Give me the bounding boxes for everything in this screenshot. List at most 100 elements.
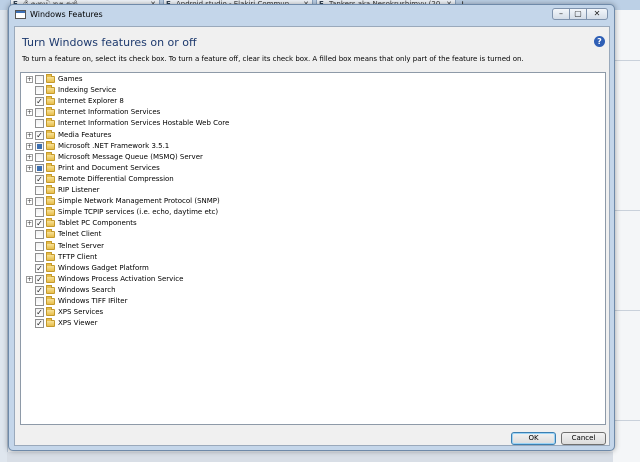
folder-icon	[46, 162, 55, 172]
feature-row[interactable]: Telnet Server	[21, 240, 601, 252]
feature-row[interactable]: + Print and Document Services	[21, 162, 601, 174]
feature-checkbox[interactable]	[35, 230, 44, 240]
feature-row[interactable]: Internet Information Services Hostable W…	[21, 118, 601, 129]
feature-row[interactable]: + Games	[21, 74, 601, 85]
folder-icon	[46, 85, 55, 95]
folder-icon	[46, 240, 55, 250]
feature-checkbox[interactable]	[35, 252, 44, 262]
feature-row[interactable]: Telnet Client	[21, 229, 601, 240]
feature-checkbox[interactable]	[35, 86, 44, 96]
feature-checkbox[interactable]: ✓	[35, 274, 44, 284]
feature-checkbox[interactable]	[35, 163, 44, 173]
instructions-text: To turn a feature on, select its check b…	[22, 55, 524, 63]
feature-tree[interactable]: + Games Indexing Service ✓ Internet Explorer…	[20, 72, 606, 425]
feature-checkbox[interactable]	[35, 141, 44, 151]
feature-checkbox[interactable]: ✓	[35, 174, 44, 184]
feature-row[interactable]: + ✓ Windows Process Activation Service	[21, 273, 601, 285]
feature-row[interactable]: TFTP Client	[21, 251, 601, 263]
feature-row[interactable]: Windows TIFF IFilter	[21, 296, 601, 307]
feature-row[interactable]: RIP Listener	[21, 185, 601, 196]
feature-row[interactable]: ✓ Internet Explorer 8	[21, 96, 601, 107]
folder-icon	[46, 185, 55, 194]
feature-row[interactable]: Simple TCPIP services (i.e. echo, daytim…	[21, 207, 601, 218]
feature-row[interactable]: ✓ XPS Services	[21, 307, 601, 318]
feature-checkbox[interactable]	[35, 197, 44, 207]
feature-row[interactable]: ✓ Windows Search	[21, 284, 601, 296]
feature-row[interactable]: + Internet Information Services	[21, 107, 601, 118]
feature-checkbox[interactable]	[35, 75, 44, 84]
feature-checkbox[interactable]: ✓	[35, 219, 44, 229]
expand-icon[interactable]: +	[26, 198, 33, 206]
feature-checkbox[interactable]: ✓	[35, 308, 44, 318]
feature-row[interactable]: + ✓ Tablet PC Components	[21, 218, 601, 229]
folder-icon	[46, 107, 55, 117]
feature-label: XPS Services	[58, 308, 104, 317]
expand-icon[interactable]: +	[26, 131, 33, 139]
feature-checkbox[interactable]: ✓	[35, 97, 44, 107]
feature-label: Telnet Server	[58, 241, 105, 250]
feature-checkbox[interactable]	[35, 152, 44, 162]
folder-icon	[46, 307, 55, 317]
folder-icon	[46, 284, 55, 294]
feature-checkbox[interactable]: ✓	[35, 285, 44, 295]
feature-checkbox[interactable]	[35, 186, 44, 195]
feature-checkbox[interactable]	[35, 241, 44, 251]
maximize-button[interactable]: ▢	[569, 8, 587, 20]
feature-checkbox[interactable]: ✓	[35, 130, 44, 140]
feature-label: TFTP Client	[58, 252, 98, 261]
feature-label: RIP Listener	[58, 186, 100, 194]
feature-label: Windows TIFF IFilter	[58, 297, 128, 305]
feature-row[interactable]: Indexing Service	[21, 85, 601, 96]
title-bar[interactable]: Windows Features – ▢ ✕	[9, 5, 614, 25]
folder-icon	[46, 129, 55, 139]
feature-label: Windows Gadget Platform	[58, 263, 149, 272]
folder-icon	[46, 318, 55, 328]
expand-icon[interactable]: +	[26, 153, 33, 161]
feature-row[interactable]: + ✓ Media Features	[21, 129, 601, 141]
dialog-heading: Turn Windows features on or off	[22, 36, 197, 49]
feature-label: XPS Viewer	[58, 319, 98, 328]
close-button[interactable]: ✕	[586, 8, 608, 20]
feature-checkbox[interactable]: ✓	[35, 263, 44, 273]
expand-icon[interactable]: +	[26, 164, 33, 172]
expand-icon[interactable]: +	[26, 76, 33, 83]
feature-checkbox[interactable]	[35, 108, 44, 118]
background-page-bottom	[7, 452, 613, 462]
folder-icon	[46, 118, 55, 128]
expand-icon[interactable]: +	[26, 220, 33, 228]
feature-label: Internet Information Services Hostable W…	[58, 119, 230, 128]
folder-icon	[46, 96, 55, 106]
folder-icon	[46, 173, 55, 183]
folder-icon	[46, 74, 55, 83]
feature-row[interactable]: + Microsoft Message Queue (MSMQ) Server	[21, 151, 601, 163]
feature-row[interactable]: ✓ XPS Viewer	[21, 318, 601, 329]
ok-button[interactable]: OK	[511, 432, 556, 445]
feature-checkbox[interactable]	[35, 297, 44, 306]
folder-icon	[46, 151, 55, 161]
feature-row[interactable]: ✓ Windows Gadget Platform	[21, 262, 601, 274]
minimize-button[interactable]: –	[552, 8, 570, 20]
feature-label: Internet Explorer 8	[58, 97, 124, 106]
folder-icon	[46, 207, 55, 217]
window-app-icon	[15, 10, 26, 19]
feature-row[interactable]: + Microsoft .NET Framework 3.5.1	[21, 140, 601, 152]
feature-label: Internet Information Services	[58, 108, 161, 117]
folder-icon	[46, 196, 55, 206]
expand-icon[interactable]: +	[26, 275, 33, 283]
expand-icon[interactable]: +	[26, 142, 33, 150]
feature-checkbox[interactable]: ✓	[35, 319, 44, 329]
expand-icon[interactable]: +	[26, 109, 33, 117]
help-icon[interactable]: ?	[594, 36, 605, 47]
feature-checkbox[interactable]	[35, 208, 44, 218]
feature-row[interactable]: ✓ Remote Differential Compression	[21, 173, 601, 185]
windows-features-dialog: Windows Features – ▢ ✕ Turn Windows feat…	[8, 4, 615, 451]
feature-row[interactable]: + Simple Network Management Protocol (SNM…	[21, 196, 601, 207]
folder-icon	[46, 296, 55, 305]
cancel-button[interactable]: Cancel	[561, 432, 606, 445]
background-window-edge	[0, 10, 8, 462]
folder-icon	[46, 262, 55, 272]
feature-label: Microsoft .NET Framework 3.5.1	[58, 141, 170, 150]
feature-checkbox[interactable]	[35, 119, 44, 129]
folder-icon	[46, 251, 55, 261]
feature-label: Media Features	[58, 130, 112, 139]
